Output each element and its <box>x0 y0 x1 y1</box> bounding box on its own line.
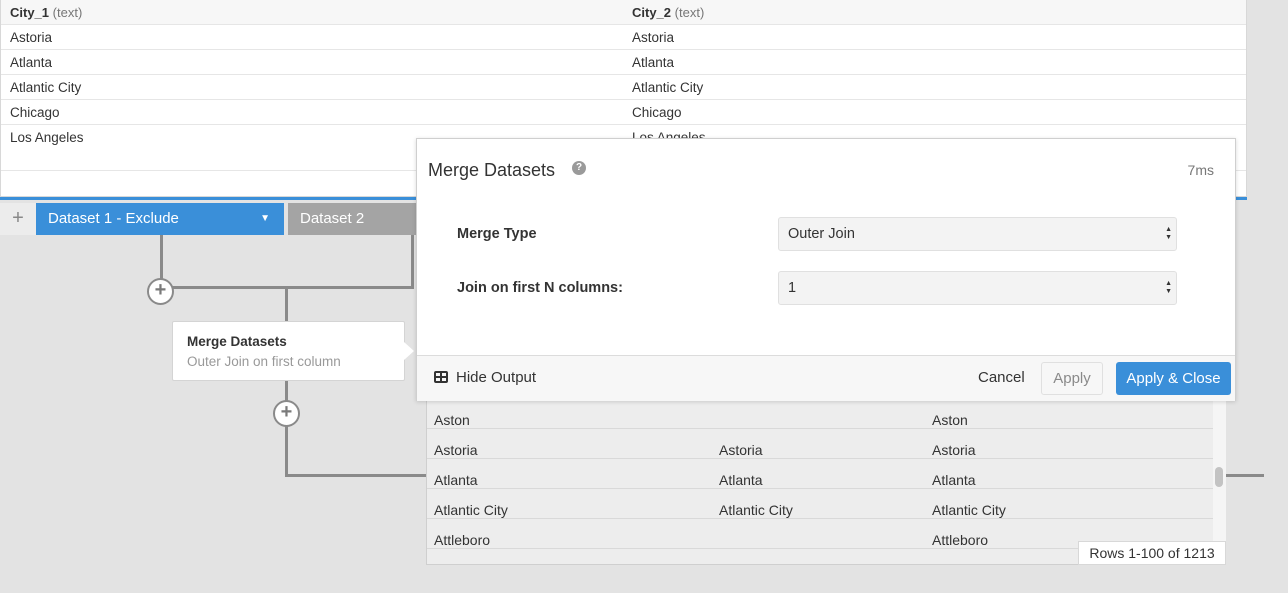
add-dataset-button[interactable]: + <box>0 203 36 235</box>
merge-type-select[interactable]: Outer Join ▲ ▼ <box>778 217 1177 251</box>
table-cell: Atlantic City <box>632 80 704 95</box>
row-count-badge: Rows 1-100 of 1213 <box>1078 541 1226 565</box>
tab-dataset-1[interactable]: Dataset 1 - Exclude ▼ <box>36 203 284 235</box>
node-subtitle: Outer Join on first column <box>187 354 341 369</box>
join-columns-select[interactable]: 1 ▲ ▼ <box>778 271 1177 305</box>
node-title: Merge Datasets <box>187 334 287 349</box>
hide-output-button[interactable]: Hide Output <box>434 369 536 386</box>
table-row: Aston Aston <box>427 399 1213 429</box>
flow-connector <box>411 235 414 288</box>
dialog-title: Merge Datasets <box>428 160 556 180</box>
help-icon[interactable]: ? <box>572 161 586 175</box>
flow-connector <box>285 425 288 477</box>
table-cell: Atlanta <box>434 472 478 488</box>
select-value: Outer Join <box>788 226 855 242</box>
flow-connector <box>172 286 414 289</box>
tab-label: Dataset 1 - Exclude <box>48 210 179 227</box>
table-cell: Astoria <box>932 442 976 458</box>
apply-close-button[interactable]: Apply & Close <box>1116 362 1231 395</box>
node-pointer <box>404 342 414 360</box>
table-cell: Astoria <box>632 30 675 45</box>
column-header[interactable]: City_2 (text) <box>632 5 704 20</box>
dialog-footer: Hide Output Cancel Apply Apply & Close <box>417 355 1235 401</box>
tab-dataset-2[interactable]: Dataset 2 <box>288 203 428 235</box>
plus-icon: + <box>12 207 24 229</box>
tab-label: Dataset 2 <box>300 210 365 227</box>
cancel-button[interactable]: Cancel <box>978 369 1025 386</box>
add-step-button[interactable]: + <box>273 400 300 427</box>
table-row: Atlantic City Atlantic City <box>1 75 1246 100</box>
table-cell: Astoria <box>10 30 53 45</box>
table-cell: Chicago <box>10 105 60 120</box>
select-arrows-icon: ▲ ▼ <box>1165 226 1172 241</box>
flow-connector <box>160 235 163 279</box>
table-cell: Atlanta <box>10 55 53 70</box>
table-cell: Attleboro <box>434 532 491 548</box>
merge-type-label: Merge Type <box>457 226 537 242</box>
table-row: Atlanta Atlanta <box>1 50 1246 75</box>
flow-connector <box>285 286 288 321</box>
plus-icon: + <box>280 401 293 423</box>
table-row: Atlantic City Atlantic City Atlantic Cit… <box>427 489 1213 519</box>
column-name: City_2 <box>632 5 672 20</box>
execution-time: 7ms <box>1187 162 1214 178</box>
table-cell: Attleboro <box>932 532 989 548</box>
table-cell: Atlanta <box>719 472 763 488</box>
table-cell: Aston <box>434 412 470 428</box>
table-icon <box>434 371 448 383</box>
table-cell: Atlantic City <box>719 502 793 518</box>
flow-connector <box>285 381 288 401</box>
column-header[interactable]: City_1 (text) <box>10 5 82 20</box>
flow-connector <box>1226 474 1264 477</box>
canvas-edge <box>1247 0 1288 199</box>
table-cell: Atlantic City <box>10 80 82 95</box>
flow-connector <box>285 474 426 477</box>
table-row: Atlanta Atlanta Atlanta <box>427 459 1213 489</box>
column-type: (text) <box>674 5 705 20</box>
table-cell: Aston <box>932 412 968 428</box>
table-row: Astoria Astoria Astoria <box>427 429 1213 459</box>
select-value: 1 <box>788 280 797 296</box>
column-type: (text) <box>52 5 83 20</box>
add-step-button[interactable]: + <box>147 278 174 305</box>
select-arrows-icon: ▲ ▼ <box>1165 280 1172 295</box>
table-cell: Astoria <box>434 442 478 458</box>
table-row: Chicago Chicago <box>1 100 1246 125</box>
merge-datasets-node[interactable]: Merge Datasets Outer Join on first colum… <box>172 321 405 381</box>
scrollbar-thumb[interactable] <box>1215 467 1223 487</box>
chevron-down-icon[interactable]: ▼ <box>260 203 270 235</box>
table-cell: Los Angeles <box>10 130 84 145</box>
table-cell: Chicago <box>632 105 682 120</box>
hide-output-label: Hide Output <box>456 369 537 386</box>
table-cell: Astoria <box>719 442 763 458</box>
table-cell: Atlantic City <box>434 502 508 518</box>
table-header-row: City_1 (text) City_2 (text) <box>1 0 1246 25</box>
table-cell: Atlanta <box>632 55 675 70</box>
join-columns-label: Join on first N columns: <box>457 280 623 296</box>
merge-datasets-dialog: Merge Datasets ? 7ms Merge Type Outer Jo… <box>416 138 1236 401</box>
table-cell: Atlanta <box>932 472 976 488</box>
column-name: City_1 <box>10 5 50 20</box>
table-cell: Atlantic City <box>932 502 1006 518</box>
table-row: Astoria Astoria <box>1 25 1246 50</box>
apply-button[interactable]: Apply <box>1041 362 1103 395</box>
plus-icon: + <box>154 279 167 301</box>
output-table: Aston Aston Astoria Astoria Astoria Atla… <box>426 398 1226 565</box>
